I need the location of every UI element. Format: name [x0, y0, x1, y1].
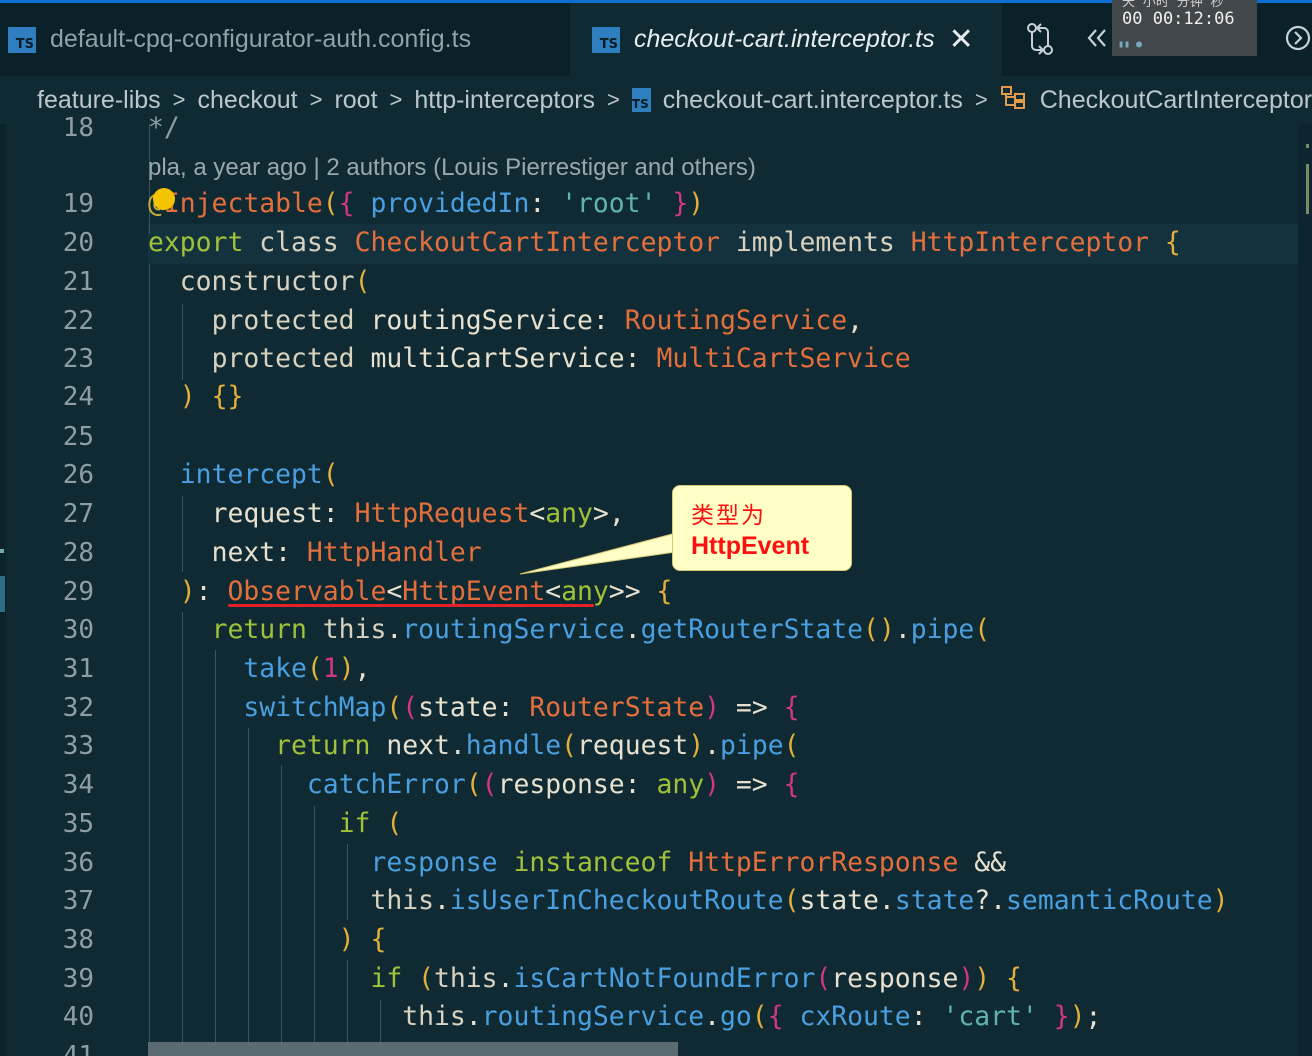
close-icon[interactable]: ✕	[949, 24, 974, 55]
code-line[interactable]: this.routingService.go({ cxRoute: 'cart'…	[148, 998, 1101, 1036]
horizontal-scrollbar[interactable]	[148, 1042, 678, 1056]
breadcrumb-item[interactable]: root	[334, 86, 377, 115]
code-line[interactable]: return this.routingService.getRouterStat…	[148, 611, 991, 649]
typescript-file-icon: TS	[631, 88, 651, 112]
minimap-marker	[1306, 164, 1309, 214]
breadcrumb: feature-libs > checkout > root > http-in…	[0, 76, 1312, 124]
tab-label: default-cpq-configurator-auth.config.ts	[50, 25, 472, 53]
line-number: 18	[62, 113, 94, 143]
gutter-marker	[0, 549, 4, 553]
line-number: 38	[62, 925, 94, 955]
line-number: 20	[62, 228, 94, 258]
code-line[interactable]: intercept(	[148, 456, 339, 494]
git-blame-annotation[interactable]: pla, a year ago | 2 authors (Louis Pierr…	[148, 154, 756, 182]
annotation-text: 类型为	[691, 503, 766, 529]
code-line[interactable]: if (this.isCartNotFoundError(response)) …	[148, 960, 1021, 998]
tab-default-cpq-configurator-auth-config[interactable]: TS default-cpq-configurator-auth.config.…	[0, 3, 568, 76]
timer-value: 00 00:12:06	[1122, 9, 1235, 29]
code-line[interactable]: protected routingService: RoutingService…	[148, 302, 863, 340]
line-number: 19	[62, 189, 94, 219]
line-number: 37	[62, 886, 94, 916]
line-number: 22	[62, 306, 94, 336]
timer-overlay: 天 小时 分钟 秒 00 00:12:06 ▮▮ ●	[1112, 0, 1257, 56]
code-editor[interactable]: pla, a year ago | 2 authors (Louis Pierr…	[0, 112, 1312, 1056]
annotation-text: HttpEvent	[691, 532, 810, 560]
code-line[interactable]: if (	[148, 805, 403, 843]
line-number: 29	[62, 577, 94, 607]
line-number: 24	[62, 382, 94, 412]
line-number: 31	[62, 654, 94, 684]
breadcrumb-item[interactable]: checkout	[198, 86, 298, 115]
line-number: 26	[62, 460, 94, 490]
class-symbol-icon	[1000, 85, 1026, 116]
code-line[interactable]: @Injectable({ providedIn: 'root' })	[148, 185, 704, 223]
go-back-icon[interactable]	[1086, 24, 1112, 58]
code-line[interactable]: ) {	[148, 921, 387, 959]
line-number: 36	[62, 848, 94, 878]
vertical-scrollbar[interactable]	[1298, 124, 1312, 1056]
code-line[interactable]: ) {}	[148, 378, 244, 416]
timeline-icon[interactable]	[1284, 24, 1312, 58]
code-line[interactable]: take(1),	[148, 650, 370, 688]
code-line[interactable]: this.isUserInCheckoutRoute(state.state?.…	[148, 882, 1228, 920]
line-number: 21	[62, 267, 94, 297]
line-number: 32	[62, 693, 94, 723]
line-number: 35	[62, 809, 94, 839]
line-number: 41	[62, 1041, 94, 1056]
line-number: 39	[62, 964, 94, 994]
code-line[interactable]: switchMap((state: RouterState) => {	[148, 689, 799, 727]
line-number: 27	[62, 499, 94, 529]
chevron-right-icon: >	[607, 87, 620, 112]
lightbulb-icon[interactable]	[153, 188, 175, 210]
line-number: 40	[62, 1002, 94, 1032]
annotation-callout: 类型为 HttpEvent	[672, 485, 852, 571]
code-line[interactable]: protected multiCartService: MultiCartSer…	[148, 340, 911, 378]
breadcrumb-file[interactable]: checkout-cart.interceptor.ts	[663, 86, 963, 115]
compare-changes-icon[interactable]	[1024, 22, 1056, 62]
chevron-right-icon: >	[974, 87, 988, 112]
typescript-file-icon: TS	[8, 26, 36, 53]
tab-label: checkout-cart.interceptor.ts	[634, 25, 935, 53]
code-line[interactable]: export class CheckoutCartInterceptor imp…	[148, 224, 1181, 262]
annotation-underline	[228, 604, 594, 607]
line-number: 23	[62, 344, 94, 374]
tab-bar: TS default-cpq-configurator-auth.config.…	[0, 0, 1312, 76]
breadcrumb-symbol[interactable]: CheckoutCartInterceptor	[1040, 86, 1312, 115]
chevron-right-icon: >	[309, 87, 323, 112]
code-line[interactable]: next: HttpHandler	[148, 534, 482, 572]
line-number: 25	[62, 422, 94, 452]
line-number: 33	[62, 731, 94, 761]
line-number: 34	[62, 770, 94, 800]
code-line[interactable]: catchError((response: any) => {	[148, 766, 800, 804]
breadcrumb-item[interactable]: http-interceptors	[414, 86, 595, 115]
code-line[interactable]: request: HttpRequest<any>,	[148, 495, 625, 533]
timer-dots-icon: ▮▮ ●	[1118, 39, 1143, 50]
line-number: 28	[62, 538, 94, 568]
line-number: 30	[62, 615, 94, 645]
gutter-marker	[0, 576, 5, 612]
minimap-marker	[1306, 144, 1309, 148]
code-line[interactable]: return next.handle(request).pipe(	[148, 727, 799, 765]
tab-checkout-cart-interceptor[interactable]: TS checkout-cart.interceptor.ts ✕	[570, 3, 1002, 76]
code-line[interactable]: */	[148, 109, 180, 147]
typescript-file-icon: TS	[592, 26, 620, 53]
code-line[interactable]: constructor(	[148, 263, 371, 301]
code-line[interactable]: response instanceof HttpErrorResponse &&	[148, 844, 1006, 882]
chevron-right-icon: >	[389, 87, 403, 112]
